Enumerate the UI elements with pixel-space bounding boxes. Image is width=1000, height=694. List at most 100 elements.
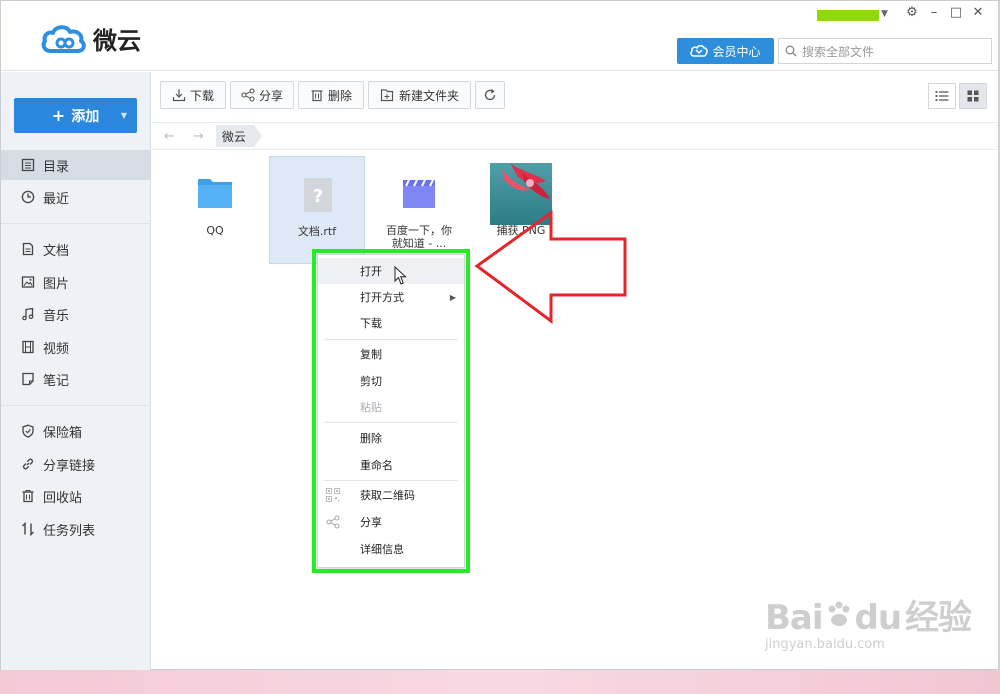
note-icon	[22, 372, 34, 386]
image-icon	[21, 276, 35, 288]
breadcrumb: ← → 微云	[152, 122, 998, 150]
file-name: 文档.rtf	[297, 225, 337, 238]
sidebar-item-label: 回收站	[43, 490, 83, 506]
sidebar-item-share-links[interactable]: 分享链接	[1, 449, 151, 479]
share-icon	[241, 88, 255, 102]
video-file-icon	[403, 179, 435, 208]
sidebar-item-images[interactable]: 图片	[1, 267, 151, 297]
sidebar-item-label: 视频	[43, 341, 70, 357]
watermark-text-3: 经验	[905, 598, 972, 638]
list-view-icon	[935, 91, 949, 101]
sidebar-item-label: 目录	[43, 159, 70, 175]
sidebar-item-recycle-bin[interactable]: 回收站	[1, 481, 151, 511]
sidebar-item-task-list[interactable]: 任务列表	[1, 514, 151, 544]
file-name: 百度一下，你 就知道 - ...	[371, 224, 467, 250]
sidebar-item-label: 任务列表	[43, 523, 96, 539]
download-button[interactable]: 下载	[160, 81, 226, 109]
sidebar-item-music[interactable]: 音乐	[1, 299, 151, 329]
refresh-button[interactable]	[475, 81, 505, 109]
window-controls: ⚙ – □ ✕	[904, 5, 986, 20]
plus-icon: +	[51, 106, 66, 125]
user-menu-caret-icon[interactable]: ▼	[881, 9, 888, 19]
minimize-icon[interactable]: –	[926, 5, 942, 20]
document-icon	[22, 242, 34, 256]
settings-icon[interactable]: ⚙	[904, 5, 920, 20]
watermark-url: jingyan.baidu.com	[765, 637, 885, 652]
cloud-logo-icon	[41, 24, 86, 53]
forward-arrow-icon[interactable]: →	[193, 129, 204, 144]
add-label: 添加	[71, 108, 100, 125]
app-window: 微云 ▼ ⚙ – □ ✕ 会员中心 搜索全部文件 + 添加 ▼ 目录 最近 文档…	[0, 0, 999, 670]
baidu-watermark: Bai du 经验 jingyan.baidu.com	[765, 590, 972, 652]
sidebar-item-documents[interactable]: 文档	[1, 234, 151, 264]
folder-icon	[198, 179, 232, 208]
sidebar-item-label: 音乐	[43, 308, 70, 324]
share-button[interactable]: 分享	[230, 81, 294, 109]
user-name-bar[interactable]	[817, 10, 879, 21]
callout-arrow-icon	[474, 210, 627, 324]
unknown-file-icon: ?	[304, 178, 332, 212]
sidebar-item-label: 保险箱	[43, 425, 83, 441]
app-name: 微云	[93, 27, 141, 55]
grid-view-button[interactable]	[959, 83, 987, 109]
watermark-text-2: du	[854, 598, 903, 638]
add-button[interactable]: + 添加 ▼	[14, 98, 137, 133]
toolbar: 下载 分享 删除 新建文件夹	[152, 72, 998, 122]
download-icon	[172, 89, 186, 102]
sidebar-item-notes[interactable]: 笔记	[1, 364, 151, 394]
directory-icon	[21, 158, 35, 172]
trash-icon	[311, 90, 323, 102]
mouse-cursor-icon	[394, 266, 407, 285]
file-item-document[interactable]: ? 文档.rtf	[269, 156, 365, 264]
new-folder-icon	[380, 89, 394, 102]
sidebar-item-label: 笔记	[43, 373, 70, 389]
file-name: QQ	[206, 224, 224, 237]
sidebar-item-vault[interactable]: 保险箱	[1, 416, 151, 446]
sidebar-item-video[interactable]: 视频	[1, 332, 151, 362]
shield-icon	[22, 424, 34, 438]
music-icon	[22, 307, 34, 321]
delete-button[interactable]: 删除	[298, 81, 364, 109]
sidebar-item-label: 最近	[43, 191, 70, 207]
sidebar-divider	[1, 405, 151, 406]
list-view-button[interactable]	[928, 83, 956, 109]
sidebar-divider	[1, 223, 151, 224]
new-folder-button[interactable]: 新建文件夹	[368, 81, 471, 109]
file-name-line1: 百度一下，你	[386, 224, 452, 237]
vip-center-label: 会员中心	[712, 44, 761, 59]
vip-cloud-icon	[690, 45, 709, 57]
new-folder-label: 新建文件夹	[398, 88, 459, 103]
vip-center-button[interactable]: 会员中心	[677, 38, 774, 64]
paw-logo-icon	[828, 601, 850, 626]
sidebar-item-label: 文档	[43, 243, 70, 259]
sidebar-item-recent[interactable]: 最近	[1, 182, 151, 212]
search-input[interactable]: 搜索全部文件	[778, 38, 992, 64]
link-icon	[22, 458, 34, 470]
close-icon[interactable]: ✕	[970, 5, 986, 20]
transfer-icon	[22, 522, 34, 536]
breadcrumb-item-root[interactable]: 微云	[215, 125, 262, 147]
watermark-text: Bai	[765, 598, 824, 638]
download-label: 下载	[189, 88, 214, 103]
title-bar: 微云 ▼ ⚙ – □ ✕ 会员中心 搜索全部文件	[1, 1, 998, 71]
highlight-box	[312, 249, 470, 573]
sidebar-item-directory[interactable]: 目录	[1, 150, 151, 180]
video-icon	[22, 340, 34, 354]
grid-view-icon	[967, 90, 979, 102]
app-logo: 微云	[41, 21, 141, 56]
maximize-icon[interactable]: □	[948, 5, 964, 20]
trash-icon	[22, 490, 34, 503]
sidebar-item-label: 图片	[43, 276, 70, 292]
add-dropdown-caret-icon[interactable]: ▼	[121, 111, 127, 120]
search-icon	[785, 45, 797, 57]
file-item-video[interactable]: 百度一下，你 就知道 - ...	[371, 156, 467, 264]
sidebar-item-label: 分享链接	[43, 458, 96, 474]
sidebar: + 添加 ▼ 目录 最近 文档 图片 音乐 视频 笔记 保险箱 分享链接 回收站…	[1, 72, 151, 670]
share-label: 分享	[258, 88, 283, 103]
back-arrow-icon[interactable]: ←	[164, 129, 175, 144]
clock-icon	[21, 190, 35, 204]
file-item-folder[interactable]: QQ	[167, 156, 263, 264]
refresh-icon	[484, 89, 496, 101]
delete-label: 删除	[327, 88, 352, 103]
search-placeholder: 搜索全部文件	[802, 44, 875, 59]
